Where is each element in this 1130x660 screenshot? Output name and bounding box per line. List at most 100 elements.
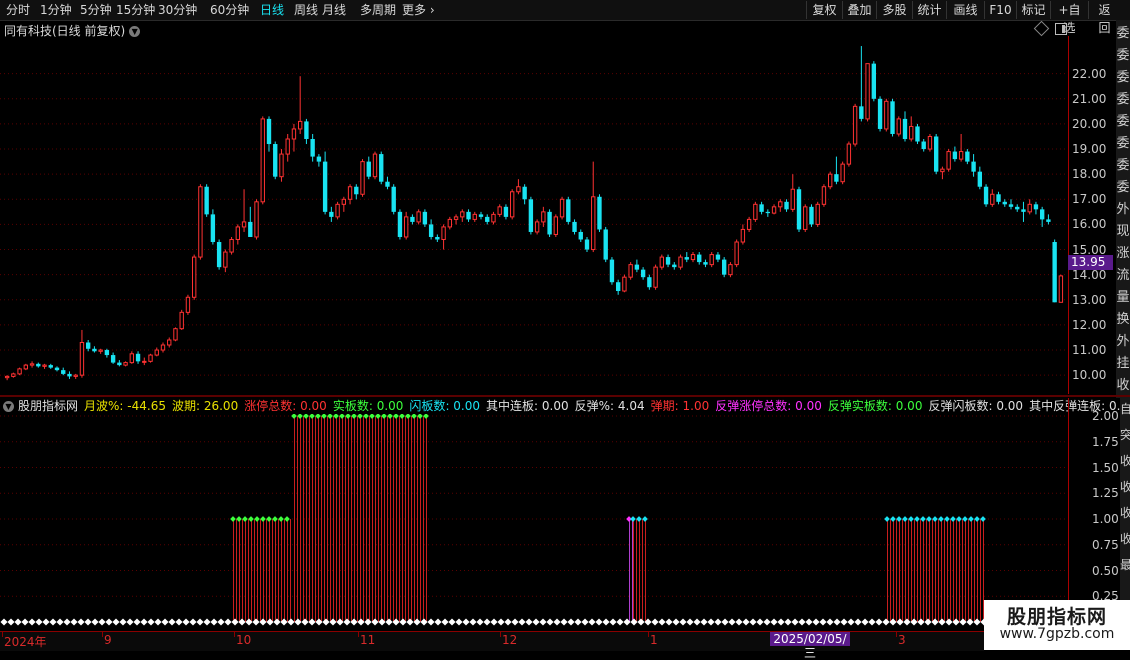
baseline-marker (574, 618, 582, 626)
indicator-param: 反弹闪板数: 0.00 (928, 399, 1023, 413)
period-tab[interactable]: 日线 (260, 1, 284, 19)
baseline-marker (462, 618, 470, 626)
candle-body (1058, 275, 1064, 303)
panel-divider[interactable] (0, 395, 1130, 397)
side-strip-char: 收 (1120, 454, 1130, 468)
candle-body (235, 226, 241, 240)
indicator-marker (297, 414, 303, 419)
baseline-marker (322, 618, 330, 626)
candle-body (485, 216, 490, 222)
baseline-marker (861, 618, 869, 626)
candle-body (4, 375, 10, 379)
indicator-name[interactable]: 股朋指标网 (18, 399, 78, 413)
indicator-marker (381, 414, 387, 419)
candle-body (597, 196, 602, 230)
baseline-marker (189, 618, 197, 626)
candlestick-chart[interactable] (0, 36, 1068, 394)
indicator-marker (339, 414, 345, 419)
period-tab[interactable]: 多周期 (360, 1, 396, 19)
period-tab[interactable]: 月线 (322, 1, 346, 19)
candle-body (1002, 201, 1007, 205)
candle-body (665, 257, 671, 265)
indicator-tick-label: 1.50 (1092, 460, 1119, 475)
period-tab[interactable]: 周线 (294, 1, 318, 19)
toolbar-button[interactable]: 复权 (806, 1, 842, 19)
candle-body (210, 214, 216, 243)
candle-body (354, 186, 359, 195)
period-tab[interactable]: 分时 (6, 1, 30, 19)
period-tab[interactable]: 5分钟 (80, 1, 112, 19)
baseline-marker (714, 618, 722, 626)
period-tab[interactable]: 1分钟 (40, 1, 72, 19)
candle-body (884, 100, 889, 130)
side-strip-char: 自 (1120, 402, 1130, 416)
price-tick-label: 16.00 (1072, 217, 1107, 232)
candle-body (541, 211, 546, 223)
baseline-marker (560, 618, 568, 626)
baseline-marker (147, 618, 155, 626)
period-tab[interactable]: 更多 › (402, 1, 435, 19)
baseline-marker (840, 618, 848, 626)
baseline-marker (679, 618, 687, 626)
baseline-marker (224, 618, 232, 626)
date-label: 10 (236, 633, 252, 647)
candle-body (784, 201, 789, 210)
toolbar-button[interactable]: +自选 (1050, 1, 1088, 35)
indicator-marker (405, 414, 411, 419)
chevron-down-icon[interactable]: ▼ (3, 401, 14, 412)
indicator-axis (1068, 398, 1069, 630)
price-tick-label: 12.00 (1072, 317, 1107, 332)
indicator-tick-label: 1.25 (1092, 486, 1119, 501)
period-tab[interactable]: 30分钟 (158, 1, 197, 19)
candle-body (990, 193, 995, 205)
toolbar-button[interactable]: 多股 (876, 1, 912, 19)
candle-body (977, 171, 983, 187)
candle-body (241, 221, 247, 228)
side-strip-char: 委 (1116, 158, 1130, 173)
side-strip-char: 突 (1120, 428, 1130, 442)
indicator-marker (351, 414, 357, 419)
candle-body (67, 373, 72, 377)
candle-body (909, 125, 914, 140)
selected-date-tag: 2025/02/05/三 (770, 632, 850, 660)
baseline-marker (77, 618, 85, 626)
indicator-chart[interactable] (0, 414, 1068, 630)
baseline-marker (707, 618, 715, 626)
indicator-marker (926, 516, 932, 522)
period-tab[interactable]: 15分钟 (116, 1, 155, 19)
candle-body (927, 135, 933, 150)
toolbar-button[interactable]: 叠加 (842, 1, 876, 19)
diamond-icon[interactable] (1033, 20, 1050, 37)
candle-body (840, 163, 845, 183)
candle-body (615, 282, 621, 291)
toolbar-button[interactable]: 统计 (912, 1, 946, 19)
candle-body (79, 341, 85, 376)
baseline-marker (686, 618, 694, 626)
candle-body (603, 229, 608, 260)
baseline-marker (735, 618, 743, 626)
indicator-param: 闪板数: 0.00 (409, 399, 480, 413)
indicator-param-label: 其中反弹连板 (1029, 399, 1102, 413)
indicator-marker (974, 516, 980, 522)
toolbar-button[interactable]: F10 (984, 1, 1016, 19)
candle-body (160, 344, 166, 351)
candle-body (478, 214, 484, 217)
baseline-marker (14, 618, 22, 626)
watermark-title: 股朋指标网 (1006, 606, 1107, 628)
candle-body (229, 238, 234, 253)
panel-toggle-icon[interactable] (1055, 23, 1067, 35)
period-tab[interactable]: 60分钟 (210, 1, 249, 19)
toolbar-button[interactable]: 返回 (1088, 1, 1120, 35)
indicator-marker (884, 516, 890, 522)
candle-body (672, 264, 677, 268)
candle-body (553, 216, 559, 235)
side-strip-char: 挂 (1116, 356, 1130, 371)
toolbar-button[interactable]: 标记 (1016, 1, 1050, 19)
candle-body (684, 257, 689, 260)
baseline-marker (903, 618, 911, 626)
candle-body (379, 154, 384, 182)
indicator-marker (642, 516, 648, 522)
toolbar-button[interactable]: 画线 (946, 1, 984, 19)
indicator-marker (303, 414, 309, 419)
candle-body (366, 161, 371, 177)
